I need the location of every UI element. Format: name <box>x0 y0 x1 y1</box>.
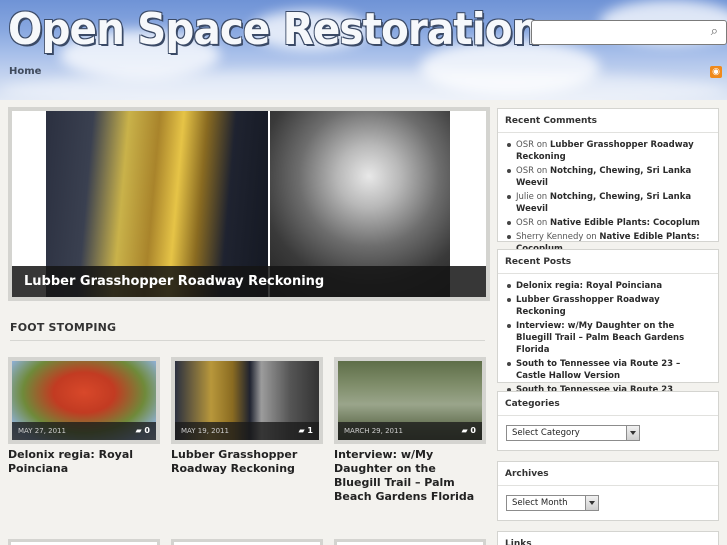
search-icon[interactable]: ⌕ <box>711 24 718 39</box>
comment-count[interactable]: ▰ 1 <box>298 422 313 440</box>
comment-item: OSR on Lubber Grasshopper Roadway Reckon… <box>506 139 710 163</box>
post-thumbnail[interactable]: MAY 27, 2011 ▰ 0 <box>8 357 160 444</box>
post-thumbnail[interactable]: MARCH 29, 2011 ▰ 0 <box>334 357 486 444</box>
widget-archives: Archives Select Month <box>497 461 719 521</box>
comment-item: OSR on Notching, Chewing, Sri Lanka Weev… <box>506 165 710 189</box>
nav-home-link[interactable]: Home <box>9 66 41 77</box>
post-date: MAY 27, 2011 <box>18 427 66 435</box>
post-date: MARCH 29, 2011 <box>344 427 403 435</box>
post-card-partial[interactable] <box>8 539 160 545</box>
widget-title: Archives <box>498 462 718 486</box>
chevron-down-icon[interactable] <box>585 496 598 510</box>
comment-post-link[interactable]: Native Edible Plants: Cocoplum <box>550 218 700 228</box>
comment-item: OSR on Native Edible Plants: Cocoplum <box>506 217 710 229</box>
widget-title: Categories <box>498 392 718 416</box>
widget-links: Links <box>497 531 719 545</box>
recent-post-item[interactable]: Delonix regia: Royal Poinciana <box>506 280 710 292</box>
search-input[interactable]: ⌕ <box>531 20 727 45</box>
post-date: MAY 19, 2011 <box>181 427 229 435</box>
comment-count[interactable]: ▰ 0 <box>135 422 150 440</box>
chevron-down-icon[interactable] <box>626 426 639 440</box>
widget-title: Links <box>498 532 718 545</box>
recent-post-item[interactable]: South to Tennessee via Route 23 – Castle… <box>506 358 710 382</box>
widget-categories: Categories Select Category <box>497 391 719 451</box>
widget-recent-posts: Recent Posts Delonix regia: Royal Poinci… <box>497 249 719 395</box>
site-header: Open Space Restoration ⌕ Home ◉ <box>0 0 727 100</box>
recent-post-item[interactable]: Lubber Grasshopper Roadway Reckoning <box>506 294 710 318</box>
comment-count[interactable]: ▰ 0 <box>461 422 476 440</box>
category-select[interactable]: Select Category <box>506 425 640 441</box>
section-divider <box>10 340 485 341</box>
post-card[interactable]: MAY 19, 2011 ▰ 1 Lubber Grasshopper Road… <box>171 357 323 476</box>
section-title: FOOT STOMPING <box>10 321 117 334</box>
post-meta: MAY 27, 2011 ▰ 0 <box>12 422 156 440</box>
post-card-partial[interactable] <box>334 539 486 545</box>
post-meta: MARCH 29, 2011 ▰ 0 <box>338 422 482 440</box>
featured-caption[interactable]: Lubber Grasshopper Roadway Reckoning <box>12 266 486 297</box>
featured-slider[interactable]: Lubber Grasshopper Roadway Reckoning <box>8 107 490 301</box>
post-title[interactable]: Delonix regia: Royal Poinciana <box>8 448 160 476</box>
post-title[interactable]: Interview: w/My Daughter on the Bluegill… <box>334 448 486 504</box>
post-card[interactable]: MAY 27, 2011 ▰ 0 Delonix regia: Royal Po… <box>8 357 160 476</box>
post-card-partial[interactable] <box>171 539 323 545</box>
post-meta: MAY 19, 2011 ▰ 1 <box>175 422 319 440</box>
widget-title: Recent Comments <box>498 109 718 133</box>
post-thumbnail[interactable]: MAY 19, 2011 ▰ 1 <box>171 357 323 444</box>
archive-select[interactable]: Select Month <box>506 495 599 511</box>
post-card[interactable]: MARCH 29, 2011 ▰ 0 Interview: w/My Daugh… <box>334 357 486 504</box>
rss-icon[interactable]: ◉ <box>710 66 722 78</box>
comment-item: Julie on Notching, Chewing, Sri Lanka We… <box>506 191 710 215</box>
post-title[interactable]: Lubber Grasshopper Roadway Reckoning <box>171 448 323 476</box>
widget-title: Recent Posts <box>498 250 718 274</box>
recent-post-item[interactable]: Interview: w/My Daughter on the Bluegill… <box>506 320 710 356</box>
widget-recent-comments: Recent Comments OSR on Lubber Grasshoppe… <box>497 108 719 254</box>
site-title[interactable]: Open Space Restoration <box>8 4 540 55</box>
